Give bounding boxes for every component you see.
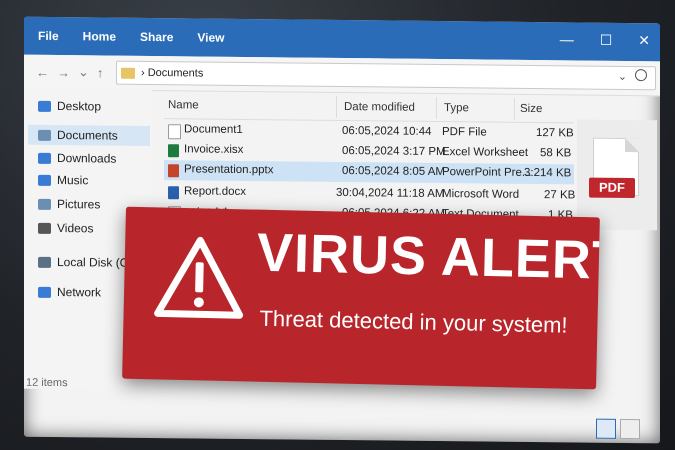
network-icon	[38, 286, 51, 298]
desktop-icon	[38, 100, 51, 112]
sidebar-item-label: Documents	[57, 128, 118, 143]
address-dropdown-icon[interactable]: ⌄	[618, 70, 627, 83]
column-header-size[interactable]: Size	[520, 103, 542, 115]
file-name: Document1	[184, 123, 243, 136]
tab-share[interactable]: Share	[140, 30, 173, 44]
file-type: Microsoft Word	[442, 188, 520, 201]
ribbon-bar: File Home Share View — ☐ ✕	[24, 16, 660, 62]
file-row-selected[interactable]: Presentation.pptx 06:05,2024 8:05 AM Pow…	[164, 160, 574, 185]
maximize-button[interactable]: ☐	[600, 32, 613, 49]
file-date: 30:04,2024 11:18 AM	[336, 186, 445, 201]
file-name: Report.docx	[184, 185, 247, 198]
folder-icon	[121, 67, 135, 79]
disk-icon	[38, 256, 51, 268]
search-icon[interactable]	[635, 69, 647, 82]
file-size: 27 KB	[544, 189, 576, 202]
sidebar-item-desktop[interactable]: Desktop	[38, 99, 102, 114]
virus-alert-banner: VIRUS ALERT Threat detected in your syst…	[122, 206, 600, 390]
details-view-icon[interactable]	[596, 418, 616, 439]
thumbnail-view-icon[interactable]	[620, 418, 640, 440]
sidebar-item-local-disk[interactable]: Local Disk (C:)	[38, 255, 136, 270]
file-type: PDF File	[442, 126, 487, 139]
tab-view[interactable]: View	[197, 30, 224, 44]
column-header-date[interactable]: Date modified	[344, 101, 415, 114]
file-date: 06:05,2024 3:17 PM	[342, 145, 446, 159]
status-item-count: 12 items	[26, 376, 68, 390]
sidebar-item-label: Music	[57, 173, 89, 188]
sidebar-item-label: Videos	[57, 221, 94, 236]
back-arrow-icon[interactable]: ←	[36, 64, 49, 79]
file-date: 06:05,2024 8:05 AM	[342, 165, 445, 179]
view-toggle	[596, 418, 640, 440]
file-size: 127 KB	[536, 127, 574, 140]
sidebar-item-network[interactable]: Network	[38, 285, 102, 300]
sidebar-item-music[interactable]: Music	[38, 173, 89, 188]
file-type: Excel Worksheet	[442, 146, 529, 159]
file-date: 06:05,2024 10:44	[342, 125, 432, 138]
sidebar-item-label: Network	[57, 285, 102, 300]
address-path: › Documents	[141, 66, 204, 80]
close-button[interactable]: ✕	[638, 32, 650, 49]
forward-arrow-icon[interactable]: →	[57, 65, 70, 80]
sidebar-item-videos[interactable]: Videos	[38, 221, 94, 236]
alert-message: Threat detected in your system!	[259, 305, 568, 338]
music-icon	[38, 174, 51, 186]
column-header-name[interactable]: Name	[168, 99, 199, 111]
documents-icon	[38, 129, 51, 141]
alert-title: VIRUS ALERT	[256, 222, 600, 291]
sidebar-item-documents[interactable]: Documents	[28, 124, 150, 146]
minimize-button[interactable]: —	[560, 31, 574, 48]
sidebar-item-pictures[interactable]: Pictures	[38, 197, 101, 212]
file-list-header: Name Date modified Type Size	[164, 92, 574, 124]
sidebar-item-label: Downloads	[57, 151, 117, 166]
tab-file[interactable]: File	[38, 29, 59, 43]
warning-icon	[154, 236, 244, 319]
pdf-badge: PDF	[589, 177, 635, 199]
address-input[interactable]: › Documents ⌄	[116, 60, 656, 91]
pdf-file-icon	[168, 124, 181, 140]
file-name: Invoice.xisx	[184, 143, 244, 156]
powerpoint-file-icon	[168, 164, 179, 178]
chevron-down-icon[interactable]: ⌄	[78, 64, 89, 80]
sidebar-item-label: Pictures	[57, 197, 101, 212]
file-size: 58 KB	[540, 147, 572, 160]
file-size: 3:214 KB	[524, 166, 572, 180]
excel-file-icon	[168, 144, 179, 158]
word-file-icon	[168, 186, 179, 200]
column-header-type[interactable]: Type	[444, 102, 469, 114]
sidebar-item-downloads[interactable]: Downloads	[38, 151, 116, 166]
pictures-icon	[38, 198, 51, 210]
tab-home[interactable]: Home	[83, 29, 116, 43]
file-type: PowerPoint Pre...	[442, 166, 532, 179]
preview-pane: PDF	[577, 119, 657, 231]
download-icon	[38, 152, 51, 164]
up-arrow-icon[interactable]: ↑	[97, 65, 104, 80]
videos-icon	[38, 222, 51, 234]
file-name: Presentation.pptx	[184, 163, 274, 177]
sidebar-item-label: Desktop	[57, 99, 102, 114]
